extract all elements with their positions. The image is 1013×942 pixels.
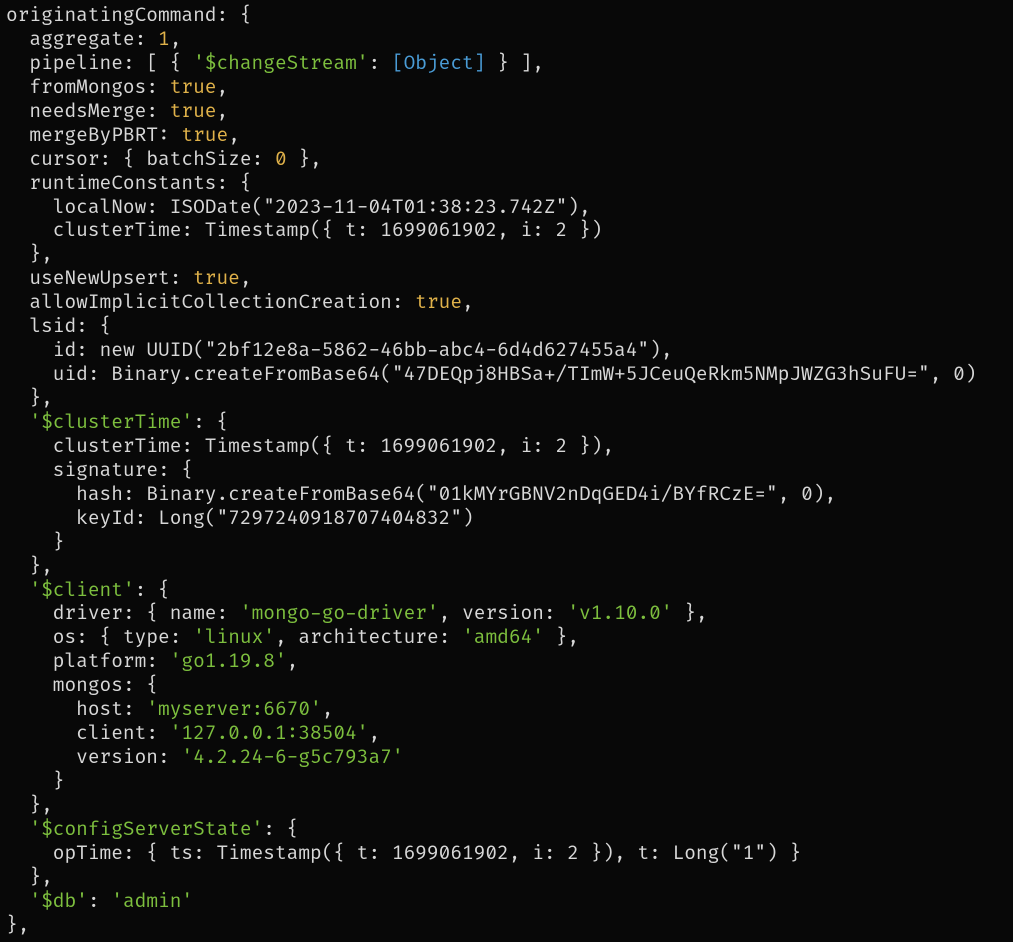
key-runtimeConstants: runtimeConstants [29, 171, 216, 195]
val-host: 'myserver:6670' [146, 697, 321, 721]
val-batchSize: 0 [275, 147, 287, 171]
val-keyId: Long("7297240918707404832") [158, 506, 474, 530]
key-keyId: keyId [76, 506, 134, 530]
code-block: originatingCommand: { aggregate: 1, pipe… [0, 0, 1013, 942]
key-changeStream: '$changeStream' [193, 51, 368, 75]
key-uid: uid [53, 362, 88, 386]
key-architecture: architecture [298, 625, 438, 649]
key-opTime: opTime [53, 841, 123, 865]
val-client: '127.0.0.1:38504' [170, 721, 369, 745]
val-true: true [181, 123, 228, 147]
val-driver-name: 'mongo-go-driver' [240, 601, 439, 625]
key-cursor: cursor [29, 147, 99, 171]
key-clusterTime: clusterTime [53, 218, 182, 242]
key-needsMerge: needsMerge [29, 99, 146, 123]
key-platform: platform [53, 649, 147, 673]
key-id: id [53, 338, 76, 362]
val-clusterTime2: Timestamp({ t: 1699061902, i: 2 }) [205, 434, 603, 458]
key-mongos: mongos [53, 673, 123, 697]
key-ts: ts [170, 841, 193, 865]
val-uid: Binary.createFromBase64("47DEQpj8HBSa+/T… [111, 362, 976, 386]
key-os: os [53, 625, 76, 649]
key-t: t [637, 841, 649, 865]
key-dollarClusterTime: '$clusterTime' [29, 410, 193, 434]
key-batchSize: batchSize [146, 147, 251, 171]
val-driver-version: 'v1.10.0' [567, 601, 672, 625]
key-pipeline: pipeline [29, 51, 123, 75]
key-hash: hash [76, 482, 123, 506]
key-aggregate: aggregate [29, 27, 134, 51]
key-fromMongos: fromMongos [29, 75, 146, 99]
key-clusterTime2: clusterTime [53, 434, 182, 458]
key-version: version [462, 601, 544, 625]
key-name: name [170, 601, 217, 625]
val-ts: Timestamp({ t: 1699061902, i: 2 }) [217, 841, 615, 865]
val-os-arch: 'amd64' [462, 625, 544, 649]
key-useNewUpsert: useNewUpsert [29, 266, 169, 290]
key-dollarClient: '$client' [29, 578, 134, 602]
key-signature: signature [53, 458, 158, 482]
val-clusterTime: Timestamp({ t: 1699061902, i: 2 }) [205, 218, 603, 242]
key-lsid: lsid [29, 314, 76, 338]
val-dollarDb: 'admin' [111, 889, 193, 913]
key-driver: driver [53, 601, 123, 625]
key-dollarDb: '$db' [29, 889, 87, 913]
val-os-type: 'linux' [193, 625, 275, 649]
val-true: true [193, 266, 240, 290]
val-platform: 'go1.19.8' [170, 649, 287, 673]
val-true: true [415, 290, 462, 314]
key-allowImplicit: allowImplicitCollectionCreation [29, 290, 391, 314]
key-dollarConfigServerState: '$configServerState' [29, 817, 263, 841]
val-localNow: ISODate("2023-11-04T01:38:23.742Z") [170, 195, 579, 219]
val-true: true [170, 99, 217, 123]
val-hash: Binary.createFromBase64("01kMYrGBNV2nDqG… [146, 482, 824, 506]
key-localNow: localNow [53, 195, 147, 219]
key-mongos-version: version [76, 745, 158, 769]
val-t: Long("1") [673, 841, 778, 865]
key-originatingCommand: originatingCommand [6, 3, 216, 27]
key-host: host [76, 697, 123, 721]
key-client: client [76, 721, 146, 745]
val-object: [Object] [392, 51, 486, 75]
key-mergeByPBRT: mergeByPBRT [29, 123, 158, 147]
key-type: type [123, 625, 170, 649]
val-id: new UUID("2bf12e8a-5862-46bb-abc4-6d4d62… [100, 338, 661, 362]
val-aggregate: 1 [158, 27, 170, 51]
val-mongos-version: '4.2.24-6-g5c793a7' [181, 745, 403, 769]
val-true: true [170, 75, 217, 99]
